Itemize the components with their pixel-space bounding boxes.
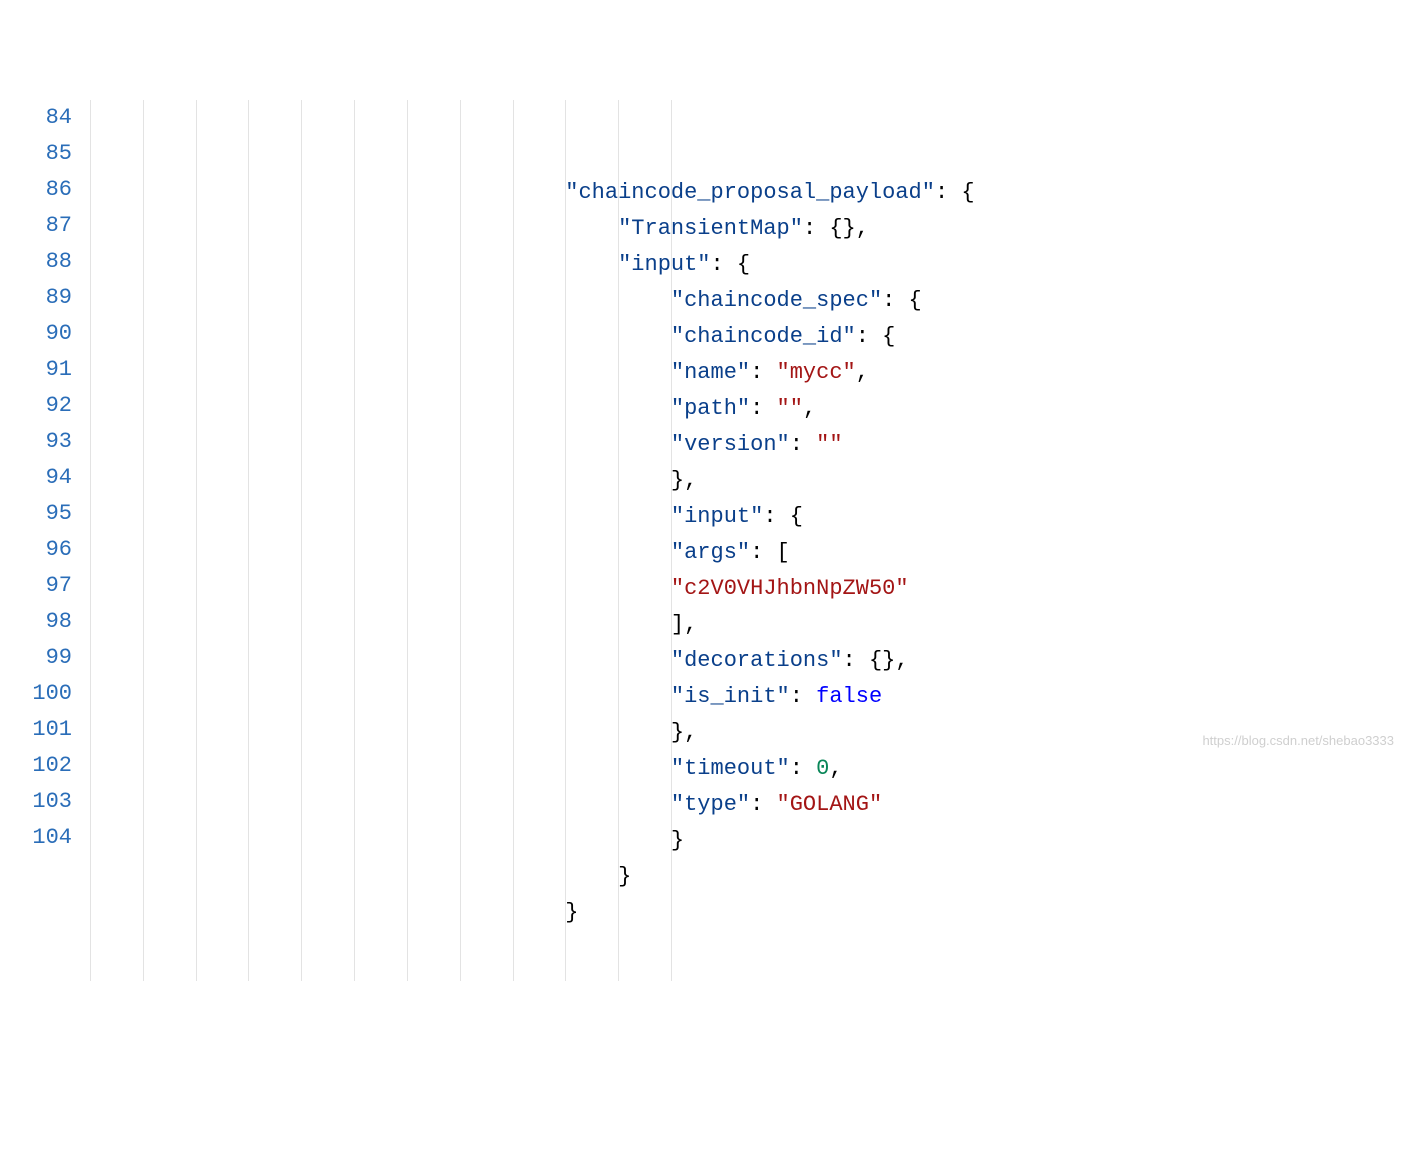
token-punc: : { [882, 288, 922, 313]
line-number: 99 [0, 640, 72, 676]
token-key: "input" [618, 252, 710, 277]
line-number: 100 [0, 676, 72, 712]
token-punc: , [803, 396, 816, 421]
line-number: 104 [0, 820, 72, 856]
token-key: "chaincode_id" [671, 324, 856, 349]
token-punc: : [790, 432, 816, 457]
line-number: 95 [0, 496, 72, 532]
code-line[interactable]: "chaincode_spec": { [90, 283, 1406, 319]
token-key: "args" [671, 540, 750, 565]
code-line[interactable]: "type": "GOLANG" [90, 787, 1406, 823]
token-key: "timeout" [671, 756, 790, 781]
token-punc: : { [763, 504, 803, 529]
code-line[interactable]: "is_init": false [90, 679, 1406, 715]
token-bool: false [816, 684, 882, 709]
token-str: "" [777, 396, 803, 421]
line-number: 84 [0, 100, 72, 136]
token-punc: : [750, 792, 776, 817]
token-punc: : [790, 756, 816, 781]
token-punc: }, [671, 720, 697, 745]
code-line[interactable]: "input": { [90, 247, 1406, 283]
code-line[interactable]: "decorations": {}, [90, 643, 1406, 679]
token-punc: } [565, 900, 578, 925]
code-lines: "chaincode_proposal_payload": { "Transie… [90, 175, 1406, 931]
line-number: 98 [0, 604, 72, 640]
token-str: "GOLANG" [777, 792, 883, 817]
token-punc: , [829, 756, 842, 781]
code-area[interactable]: "chaincode_proposal_payload": { "Transie… [90, 100, 1406, 981]
token-str: "c2V0VHJhbnNpZW50" [671, 576, 909, 601]
token-key: "TransientMap" [618, 216, 803, 241]
code-line[interactable]: ], [90, 607, 1406, 643]
line-number: 86 [0, 172, 72, 208]
token-punc: }, [671, 468, 697, 493]
line-number: 88 [0, 244, 72, 280]
code-line[interactable]: "c2V0VHJhbnNpZW50" [90, 571, 1406, 607]
line-number: 93 [0, 424, 72, 460]
token-key: "name" [671, 360, 750, 385]
token-str: "" [816, 432, 842, 457]
code-line[interactable]: "chaincode_proposal_payload": { [90, 175, 1406, 211]
token-punc: : [ [750, 540, 790, 565]
token-key: "chaincode_spec" [671, 288, 882, 313]
code-line[interactable]: "name": "mycc", [90, 355, 1406, 391]
code-line[interactable]: "TransientMap": {}, [90, 211, 1406, 247]
token-key: "path" [671, 396, 750, 421]
code-line[interactable]: } [90, 859, 1406, 895]
code-line[interactable]: "input": { [90, 499, 1406, 535]
token-num: 0 [816, 756, 829, 781]
line-number: 94 [0, 460, 72, 496]
code-line[interactable]: } [90, 895, 1406, 931]
watermark-text: https://blog.csdn.net/shebao3333 [1202, 733, 1394, 748]
code-editor[interactable]: 8485868788899091929394959697989910010110… [0, 100, 1406, 981]
token-punc: , [856, 360, 869, 385]
line-number-gutter: 8485868788899091929394959697989910010110… [0, 100, 90, 981]
line-number: 85 [0, 136, 72, 172]
token-punc: : {}, [803, 216, 869, 241]
token-key: "chaincode_proposal_payload" [565, 180, 935, 205]
token-str: "mycc" [777, 360, 856, 385]
line-number: 103 [0, 784, 72, 820]
token-punc: : { [935, 180, 975, 205]
line-number: 92 [0, 388, 72, 424]
token-key: "input" [671, 504, 763, 529]
code-line[interactable]: "chaincode_id": { [90, 319, 1406, 355]
code-line[interactable]: "args": [ [90, 535, 1406, 571]
token-key: "version" [671, 432, 790, 457]
token-punc: : { [711, 252, 751, 277]
code-line[interactable]: } [90, 823, 1406, 859]
line-number: 96 [0, 532, 72, 568]
line-number: 97 [0, 568, 72, 604]
line-number: 91 [0, 352, 72, 388]
token-punc: : {}, [843, 648, 909, 673]
line-number: 89 [0, 280, 72, 316]
token-punc: : [750, 360, 776, 385]
token-punc: : [750, 396, 776, 421]
token-punc: ], [671, 612, 697, 637]
token-key: "decorations" [671, 648, 843, 673]
token-punc: } [671, 828, 684, 853]
line-number: 87 [0, 208, 72, 244]
code-line[interactable]: "path": "", [90, 391, 1406, 427]
token-punc: : { [856, 324, 896, 349]
token-key: "type" [671, 792, 750, 817]
code-line[interactable]: }, [90, 463, 1406, 499]
token-punc: : [790, 684, 816, 709]
line-number: 102 [0, 748, 72, 784]
code-line[interactable]: "version": "" [90, 427, 1406, 463]
line-number: 101 [0, 712, 72, 748]
code-line[interactable]: "timeout": 0, [90, 751, 1406, 787]
token-key: "is_init" [671, 684, 790, 709]
token-punc: } [618, 864, 631, 889]
line-number: 90 [0, 316, 72, 352]
